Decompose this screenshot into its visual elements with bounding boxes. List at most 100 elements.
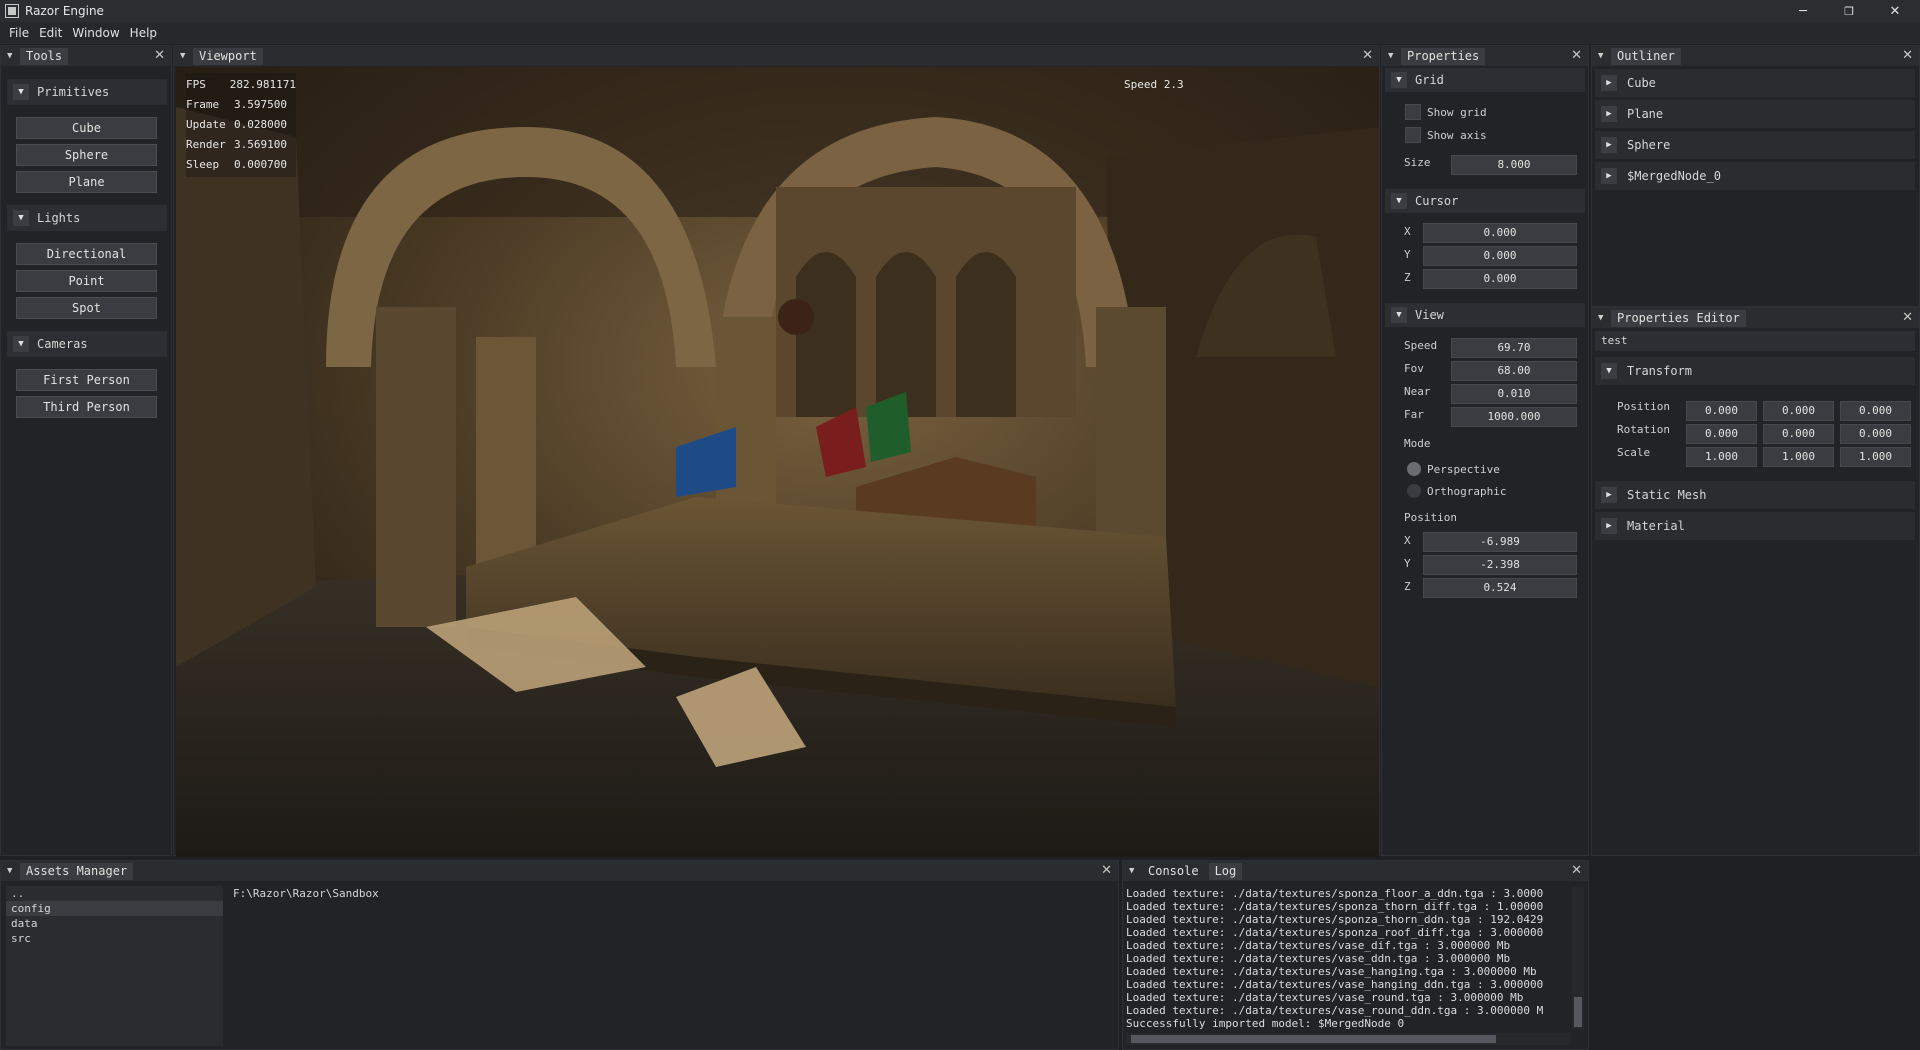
section-cursor[interactable]: ▼ Cursor (1385, 189, 1585, 213)
section-label: Grid (1415, 73, 1444, 87)
view-fov-field[interactable]: 68.00 (1451, 361, 1577, 381)
stat-label: Update (186, 118, 226, 131)
section-lights[interactable]: ▼ Lights (7, 205, 167, 231)
close-icon[interactable]: ✕ (1101, 863, 1112, 878)
menu-help[interactable]: Help (125, 26, 162, 40)
close-icon[interactable]: ✕ (1571, 863, 1582, 878)
outliner-item-merged-node[interactable]: ▶ $MergedNode_0 (1595, 162, 1915, 190)
show-axis-checkbox[interactable] (1405, 127, 1421, 143)
collapse-triangle-icon[interactable]: ▼ (180, 51, 188, 61)
tab-viewport[interactable]: Viewport (193, 47, 263, 65)
expand-triangle-icon: ▶ (1601, 106, 1617, 122)
position-z-field[interactable]: 0.524 (1423, 578, 1577, 598)
rotation-x-field[interactable]: 0.000 (1686, 424, 1757, 444)
first-person-button[interactable]: First Person (16, 369, 157, 391)
section-view[interactable]: ▼ View (1385, 303, 1585, 327)
folder-item-parent[interactable]: .. (6, 886, 223, 901)
view-near-field[interactable]: 0.010 (1451, 384, 1577, 404)
cursor-y-field[interactable]: 0.000 (1423, 246, 1577, 266)
close-icon[interactable]: ✕ (1571, 48, 1582, 63)
position-x-field[interactable]: -6.989 (1423, 532, 1577, 552)
cursor-z-field[interactable]: 0.000 (1423, 269, 1577, 289)
collapse-triangle-icon[interactable]: ▼ (7, 866, 15, 876)
cursor-x-field[interactable]: 0.000 (1423, 223, 1577, 243)
close-icon[interactable]: ✕ (154, 48, 165, 63)
collapse-triangle-icon[interactable]: ▼ (1388, 51, 1396, 61)
tab-assets-manager[interactable]: Assets Manager (20, 862, 134, 880)
orthographic-radio[interactable] (1407, 484, 1421, 498)
stat-label: Render (186, 138, 226, 151)
folder-item-data[interactable]: data (6, 916, 223, 931)
folder-item-src[interactable]: src (6, 931, 223, 946)
scale-z-field[interactable]: 1.000 (1840, 447, 1911, 467)
collapse-triangle-icon[interactable]: ▼ (1129, 866, 1137, 876)
view-speed-field[interactable]: 69.70 (1451, 338, 1577, 358)
window-title: Razor Engine (25, 4, 104, 18)
outliner-item-cube[interactable]: ▶ Cube (1595, 69, 1915, 97)
close-window-button[interactable]: ✕ (1872, 0, 1918, 22)
sphere-button[interactable]: Sphere (16, 144, 157, 166)
log-line: Loaded texture: ./data/textures/sponza_t… (1126, 900, 1544, 913)
tab-outliner[interactable]: Outliner (1611, 47, 1681, 65)
stat-row: Sleep 0.000700 (186, 155, 296, 175)
viewport-scene[interactable]: FPS 282.981171 Frame 3.597500 Update 0.0280… (176, 67, 1379, 857)
position-y-field[interactable]: 0.000 (1763, 401, 1834, 421)
horizontal-scrollbar[interactable] (1126, 1033, 1571, 1045)
perspective-label: Perspective (1427, 463, 1500, 476)
show-grid-checkbox[interactable] (1405, 104, 1421, 120)
restore-button[interactable]: ❐ (1826, 0, 1872, 22)
object-name-field[interactable]: test (1595, 331, 1915, 351)
close-icon[interactable]: ✕ (1362, 48, 1373, 63)
section-static-mesh[interactable]: ▶ Static Mesh (1595, 481, 1915, 509)
directional-light-button[interactable]: Directional (16, 243, 157, 265)
viewport-panel-header: ▼ Viewport ✕ (174, 46, 1379, 66)
outliner-item-plane[interactable]: ▶ Plane (1595, 100, 1915, 128)
scrollbar-thumb[interactable] (1574, 997, 1582, 1027)
collapse-triangle-icon[interactable]: ▼ (1598, 51, 1606, 61)
tab-properties-editor[interactable]: Properties Editor (1611, 309, 1746, 327)
tab-log[interactable]: Log (1208, 862, 1243, 880)
log-line: Loaded texture: ./data/textures/vase_rou… (1126, 1004, 1544, 1017)
plane-button[interactable]: Plane (16, 171, 157, 193)
tab-properties[interactable]: Properties (1401, 47, 1486, 65)
section-material[interactable]: ▶ Material (1595, 512, 1915, 540)
scale-x-field[interactable]: 1.000 (1686, 447, 1757, 467)
section-primitives[interactable]: ▼ Primitives (7, 79, 167, 105)
menu-window[interactable]: Window (67, 26, 124, 40)
section-transform[interactable]: ▼ Transform (1595, 357, 1915, 385)
menu-file[interactable]: File (4, 26, 34, 40)
section-grid[interactable]: ▼ Grid (1385, 68, 1585, 92)
properties-panel-header: ▼ Properties ✕ (1382, 46, 1588, 66)
stat-value: 3.597500 (234, 98, 287, 111)
spot-light-button[interactable]: Spot (16, 297, 157, 319)
close-icon[interactable]: ✕ (1902, 310, 1913, 325)
view-far-field[interactable]: 1000.000 (1451, 407, 1577, 427)
grid-size-field[interactable]: 8.000 (1451, 155, 1577, 175)
minimize-button[interactable]: ─ (1780, 0, 1826, 22)
menu-edit[interactable]: Edit (34, 26, 67, 40)
stat-label: Sleep (186, 158, 220, 171)
collapse-triangle-icon[interactable]: ▼ (7, 51, 15, 61)
point-light-button[interactable]: Point (16, 270, 157, 292)
outliner-item-sphere[interactable]: ▶ Sphere (1595, 131, 1915, 159)
rotation-y-field[interactable]: 0.000 (1763, 424, 1834, 444)
vertical-scrollbar[interactable] (1572, 887, 1584, 1029)
position-x-field[interactable]: 0.000 (1686, 401, 1757, 421)
collapse-triangle-icon[interactable]: ▼ (1598, 313, 1606, 323)
perspective-radio[interactable] (1407, 462, 1421, 476)
rotation-z-field[interactable]: 0.000 (1840, 424, 1911, 444)
scrollbar-thumb[interactable] (1131, 1035, 1496, 1043)
third-person-button[interactable]: Third Person (16, 396, 157, 418)
folder-item-config[interactable]: config (6, 901, 223, 916)
log-line: Loaded texture: ./data/textures/vase_dif… (1126, 939, 1511, 952)
close-icon[interactable]: ✕ (1902, 48, 1913, 63)
viewport-panel: ▼ Viewport ✕ FPS 282.981171 Frame 3.5975… (173, 45, 1380, 857)
position-z-field[interactable]: 0.000 (1840, 401, 1911, 421)
section-cameras[interactable]: ▼ Cameras (7, 331, 167, 357)
tab-console[interactable]: Console (1142, 863, 1205, 880)
cube-button[interactable]: Cube (16, 117, 157, 139)
assets-manager-panel: ▼ Assets Manager ✕ .. config data src F:… (0, 860, 1119, 1050)
position-y-field[interactable]: -2.398 (1423, 555, 1577, 575)
tab-tools[interactable]: Tools (20, 47, 69, 65)
scale-y-field[interactable]: 1.000 (1763, 447, 1834, 467)
